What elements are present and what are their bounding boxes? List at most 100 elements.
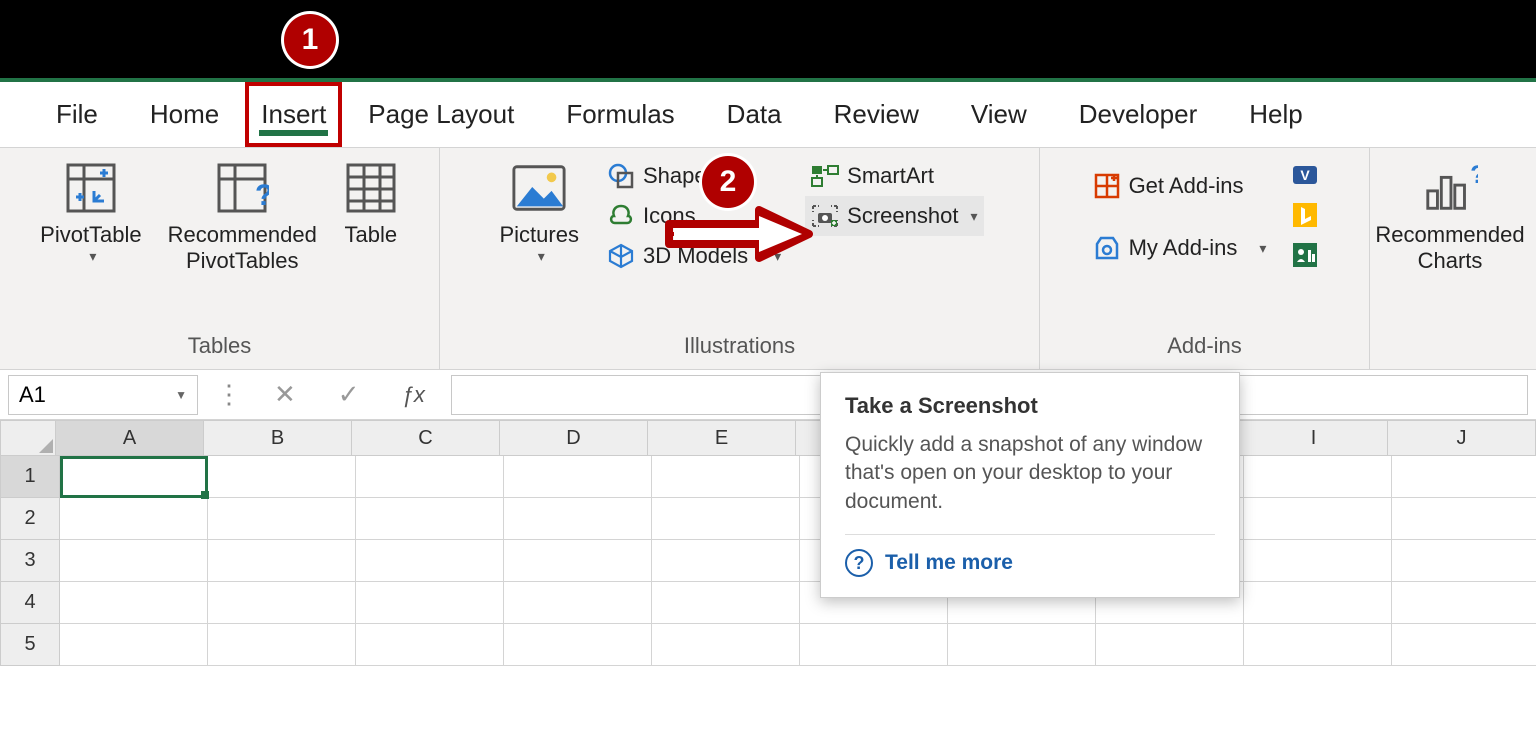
fx-icon[interactable]: ƒx [386, 382, 441, 408]
cell[interactable] [1096, 624, 1244, 666]
cell[interactable] [208, 624, 356, 666]
cell[interactable] [1392, 624, 1536, 666]
cell[interactable] [504, 624, 652, 666]
tab-view[interactable]: View [945, 82, 1053, 147]
cell[interactable] [504, 456, 652, 498]
cell[interactable] [652, 624, 800, 666]
cell[interactable] [504, 582, 652, 624]
cell[interactable] [652, 540, 800, 582]
worksheet-grid: A B C D E F G H I J 1 2 3 4 5 [0, 420, 1536, 666]
col-header[interactable]: J [1388, 420, 1536, 456]
cube-icon [607, 242, 635, 270]
cell[interactable] [948, 624, 1096, 666]
row-header[interactable]: 2 [0, 498, 60, 540]
visio-icon[interactable]: V [1290, 160, 1322, 192]
get-addins-label: Get Add-ins [1129, 173, 1244, 199]
tab-developer[interactable]: Developer [1053, 82, 1224, 147]
group-charts: ? Recommended Charts [1370, 148, 1530, 369]
col-header[interactable]: A [56, 420, 204, 456]
callout-2: 2 [702, 156, 754, 208]
cell[interactable] [800, 624, 948, 666]
cell[interactable] [208, 582, 356, 624]
store-icon [1093, 172, 1121, 200]
cell[interactable] [208, 498, 356, 540]
cell[interactable] [504, 498, 652, 540]
get-addins-button[interactable]: Get Add-ins [1087, 166, 1273, 206]
cell[interactable] [1244, 456, 1392, 498]
cell[interactable] [208, 456, 356, 498]
tab-review[interactable]: Review [808, 82, 945, 147]
cell[interactable] [208, 540, 356, 582]
cell[interactable] [60, 456, 208, 498]
screenshot-tooltip: Take a Screenshot Quickly add a snapshot… [820, 372, 1240, 598]
row-header[interactable]: 3 [0, 540, 60, 582]
chevron-down-icon: ▾ [44, 248, 142, 265]
cell[interactable] [356, 582, 504, 624]
row-header[interactable]: 4 [0, 582, 60, 624]
select-all-corner[interactable] [0, 420, 56, 456]
cell[interactable] [652, 456, 800, 498]
col-header[interactable]: C [352, 420, 500, 456]
tab-formulas[interactable]: Formulas [540, 82, 700, 147]
recommended-pivottables-button[interactable]: ? Recommended PivotTables [164, 156, 321, 282]
cell[interactable] [356, 624, 504, 666]
cell[interactable] [1244, 624, 1392, 666]
cell[interactable] [1392, 540, 1536, 582]
col-header[interactable]: E [648, 420, 796, 456]
pivottable-button[interactable]: PivotTable▾ [36, 156, 146, 282]
cell[interactable] [1392, 582, 1536, 624]
group-addins: Get Add-ins My Add-ins ▾ V Add-ins [1040, 148, 1370, 369]
people-graph-icon[interactable] [1290, 240, 1322, 272]
pivottable-label: PivotTable [40, 222, 142, 248]
cell[interactable] [1244, 540, 1392, 582]
dots-icon: ⋮ [208, 379, 248, 410]
tooltip-title: Take a Screenshot [845, 393, 1215, 419]
col-header[interactable]: D [500, 420, 648, 456]
cell[interactable] [652, 582, 800, 624]
cell[interactable] [504, 540, 652, 582]
col-header[interactable]: B [204, 420, 352, 456]
col-header[interactable]: I [1240, 420, 1388, 456]
row-header[interactable]: 1 [0, 456, 60, 498]
screenshot-button[interactable]: Screenshot ▾ [805, 196, 983, 236]
row-header[interactable]: 5 [0, 624, 60, 666]
cell[interactable] [1392, 456, 1536, 498]
cell[interactable] [60, 540, 208, 582]
smartart-label: SmartArt [847, 163, 934, 189]
tab-file[interactable]: File [30, 82, 124, 147]
tab-help[interactable]: Help [1223, 82, 1328, 147]
tab-data[interactable]: Data [701, 82, 808, 147]
title-bar-black [0, 0, 1536, 78]
screenshot-label: Screenshot [847, 203, 958, 229]
cell[interactable] [356, 498, 504, 540]
formula-bar-row: A1 ▼ ⋮ ✕ ✓ ƒx [0, 370, 1536, 420]
tell-me-more-link[interactable]: ? Tell me more [845, 549, 1215, 577]
my-addins-button[interactable]: My Add-ins ▾ [1087, 228, 1273, 268]
recommended-charts-icon: ? [1422, 160, 1478, 216]
svg-text:?: ? [1470, 163, 1478, 189]
cell[interactable] [1392, 498, 1536, 540]
tab-home[interactable]: Home [124, 82, 245, 147]
cell[interactable] [1244, 582, 1392, 624]
tab-insert[interactable]: Insert [245, 82, 342, 147]
cancel-formula-button[interactable]: ✕ [258, 379, 312, 410]
cell[interactable] [60, 624, 208, 666]
recommended-charts-button[interactable]: ? Recommended Charts [1371, 156, 1528, 282]
enter-formula-button[interactable]: ✓ [322, 379, 376, 410]
cell[interactable] [356, 456, 504, 498]
pictures-button[interactable]: Pictures▾ [496, 156, 583, 282]
chevron-down-icon[interactable]: ▼ [175, 388, 187, 402]
bing-icon[interactable] [1290, 200, 1322, 232]
cell[interactable] [60, 582, 208, 624]
table-button[interactable]: Table [339, 156, 403, 282]
name-box[interactable]: A1 ▼ [8, 375, 198, 415]
cell[interactable] [60, 498, 208, 540]
cell[interactable] [652, 498, 800, 540]
recommended-pivottables-label: Recommended PivotTables [168, 222, 317, 278]
group-addins-label: Add-ins [1167, 333, 1242, 365]
cell[interactable] [356, 540, 504, 582]
smartart-button[interactable]: SmartArt [805, 156, 983, 196]
shapes-button[interactable]: Shapes ▾ [601, 156, 787, 196]
tab-page-layout[interactable]: Page Layout [342, 82, 540, 147]
cell[interactable] [1244, 498, 1392, 540]
